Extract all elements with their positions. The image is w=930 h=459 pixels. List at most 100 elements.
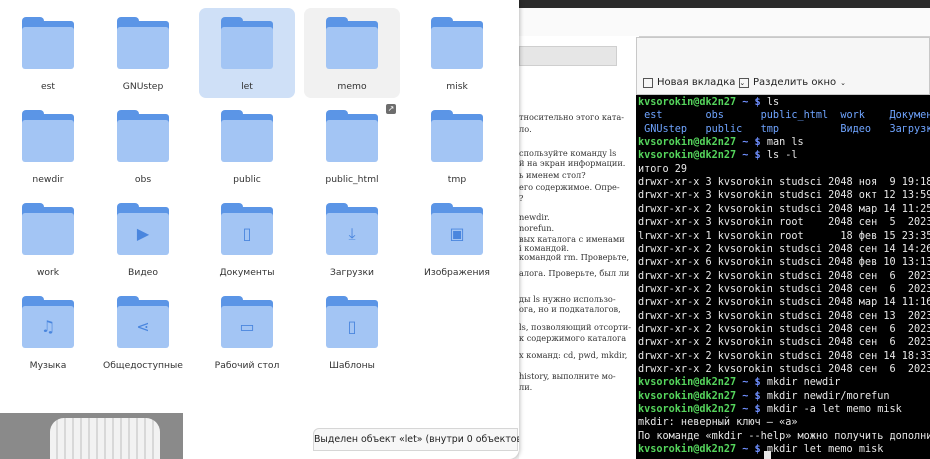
folder-publicshare-icon: ⋖: [117, 296, 169, 348]
terminal-window[interactable]: Новая вкладка ⌄ Разделить окно ⌄ kvsorok…: [636, 37, 930, 459]
folder-item-tmp[interactable]: tmp: [409, 101, 505, 191]
folder-label: Шаблоны: [329, 360, 375, 371]
terminal-line: drwxr-xr-x 3 kvsorokin root 2048 сен 5 2…: [638, 216, 930, 229]
folder-icon: [22, 203, 74, 255]
prompt-user: kvsorokin@dk2n27: [638, 444, 737, 456]
folder-label: Загрузки: [329, 267, 375, 278]
folder-icon: [22, 17, 74, 69]
prompt-path: ~ $: [736, 377, 767, 389]
folder-item-Рабочий стол[interactable]: ▭ Рабочий стол: [199, 287, 295, 377]
folder-label: memo: [337, 81, 367, 92]
terminal-line: est obs public_html work Докумен: [638, 109, 930, 122]
terminal-line: drwxr-xr-x 2 kvsorokin studsci 2048 сен …: [638, 363, 930, 376]
document-line: norefun.: [519, 223, 555, 233]
documents-icon-glyph: ▯: [242, 224, 252, 243]
folder-label: Рабочий стол: [214, 360, 280, 371]
terminal-text: drwxr-xr-x 2 kvsorokin studsci 2048 сен …: [638, 323, 930, 335]
terminal-line: итого 29: [638, 163, 687, 176]
terminal-line: drwxr-xr-x 3 kvsorokin studsci 2048 окт …: [638, 189, 930, 202]
folder-item-Шаблоны[interactable]: ▯ Шаблоны: [304, 287, 400, 377]
split-window-button[interactable]: Разделить окно ⌄: [739, 77, 846, 88]
terminal-text: mkdir newdir/morefun: [766, 390, 890, 402]
terminal-text: mkdir -a let memo misk: [766, 404, 902, 416]
new-tab-button[interactable]: Новая вкладка ⌄: [643, 77, 745, 88]
folder-item-misk[interactable]: misk: [409, 8, 505, 98]
terminal-text: drwxr-xr-x 2 kvsorokin studsci 2048 сен …: [638, 270, 930, 282]
document-line: его содержимое. Опре-: [519, 182, 620, 192]
folder-icon: [117, 17, 169, 69]
folder-item-let[interactable]: let: [199, 8, 295, 98]
terminal-text: По команде «mkdir --help» можно получить…: [638, 430, 930, 442]
terminal-line: drwxr-xr-x 2 kvsorokin studsci 2048 сен …: [638, 270, 930, 283]
document-line: ь именем стол?: [519, 170, 586, 180]
terminal-text: mkdir let memo misk: [766, 444, 884, 456]
terminal-text: drwxr-xr-x 6 kvsorokin studsci 2048 фев …: [638, 257, 930, 269]
folder-item-work[interactable]: work: [0, 194, 96, 284]
folder-shape: [326, 120, 378, 162]
folder-shape: [326, 27, 378, 69]
folder-item-Документы[interactable]: ▯ Документы: [199, 194, 295, 284]
folder-item-public_html[interactable]: public_html: [304, 101, 400, 191]
folder-label: Изображения: [424, 267, 490, 278]
terminal-line: drwxr-xr-x 3 kvsorokin studsci 2048 ноя …: [638, 176, 930, 189]
folder-shape: [221, 27, 273, 69]
folder-shape: [22, 213, 74, 255]
terminal-text: ls -l: [766, 150, 798, 162]
file-manager-window: est GNUstep let memo misk newdir obs public publ…: [0, 0, 519, 459]
terminal-header: Новая вкладка ⌄ Разделить окно ⌄: [636, 37, 930, 95]
split-window-icon: [739, 77, 749, 88]
new-tab-icon: [643, 77, 653, 88]
folder-item-est[interactable]: est: [0, 8, 96, 98]
folder-item-Загрузки[interactable]: ⤓ Загрузки: [304, 194, 400, 284]
terminal-text: drwxr-xr-x 2 kvsorokin studsci 2048 мар …: [638, 297, 930, 309]
terminal-line: lrwxr-xr-x 1 kvsorokin root 18 фев 15 23…: [638, 230, 930, 243]
document-toolbar-strip: [519, 46, 617, 66]
folder-item-obs[interactable]: obs: [95, 101, 191, 191]
folder-shape: [221, 120, 273, 162]
terminal-line: По команде «mkdir --help» можно получить…: [638, 430, 930, 443]
document-line: ога, но и подкаталогов,: [519, 304, 621, 314]
folder-music-icon: ♫: [22, 296, 74, 348]
prompt-user: kvsorokin@dk2n27: [638, 137, 737, 149]
folder-download-icon: ⤓: [326, 203, 378, 255]
folder-videos-icon: ▶: [117, 203, 169, 255]
folder-label: work: [36, 267, 60, 278]
folder-item-Музыка[interactable]: ♫ Музыка: [0, 287, 96, 377]
desktop-icon-glyph: ▭: [239, 317, 255, 336]
document-line: тносительно этого ката-: [519, 112, 625, 122]
terminal-line: drwxr-xr-x 6 kvsorokin studsci 2048 фев …: [638, 256, 930, 269]
folder-icon: [22, 110, 74, 162]
terminal-text: drwxr-xr-x 2 kvsorokin studsci 2048 сен …: [638, 243, 930, 255]
document-line: алога. Проверьте, был ли: [519, 268, 630, 278]
folder-item-newdir[interactable]: newdir: [0, 101, 96, 191]
folder-item-Общедоступные[interactable]: ⋖ Общедоступные: [95, 287, 191, 377]
terminal-line: kvsorokin@dk2n27 ~ $ man ls: [638, 136, 804, 149]
terminal-text: GNUstep public tmp Видео Загрузк: [638, 123, 930, 135]
download-icon-glyph: ⤓: [348, 224, 356, 243]
terminal-line: kvsorokin@dk2n27 ~ $ ls: [638, 96, 779, 109]
folder-item-Видео[interactable]: ▶ Видео: [95, 194, 191, 284]
terminal-line: drwxr-xr-x 2 kvsorokin studsci 2048 сен …: [638, 323, 930, 336]
split-window-label: Разделить окно: [753, 77, 837, 88]
terminal-line: kvsorokin@dk2n27 ~ $ mkdir let memo misk: [638, 443, 883, 456]
wallpaper-image: [50, 418, 160, 459]
symlink-emblem-icon: ↗: [386, 104, 396, 114]
terminal-line: kvsorokin@dk2n27 ~ $ mkdir -a let memo m…: [638, 403, 902, 416]
folder-item-memo[interactable]: memo: [304, 8, 400, 98]
document-line: ло.: [519, 124, 532, 134]
document-tab-bar: [519, 8, 930, 37]
terminal-output[interactable]: kvsorokin@dk2n27 ~ $ ls est obs public_h…: [636, 95, 930, 459]
terminal-line: drwxr-xr-x 2 kvsorokin studsci 2048 мар …: [638, 203, 930, 216]
terminal-line: drwxr-xr-x 3 kvsorokin studsci 2048 сен …: [638, 310, 930, 323]
prompt-path: ~ $: [736, 150, 767, 162]
folder-documents-icon: ▯: [221, 203, 273, 255]
folder-item-GNUstep[interactable]: GNUstep: [95, 8, 191, 98]
terminal-text: man ls: [766, 137, 804, 149]
folder-desktop-icon: ▭: [221, 296, 273, 348]
folder-item-public[interactable]: public: [199, 101, 295, 191]
folder-item-Изображения[interactable]: ▣ Изображения: [409, 194, 505, 284]
pictures-icon-glyph: ▣: [449, 224, 465, 243]
folder-label: Общедоступные: [103, 360, 183, 371]
document-line: ?: [519, 193, 524, 203]
folder-label: public_html: [325, 174, 379, 185]
